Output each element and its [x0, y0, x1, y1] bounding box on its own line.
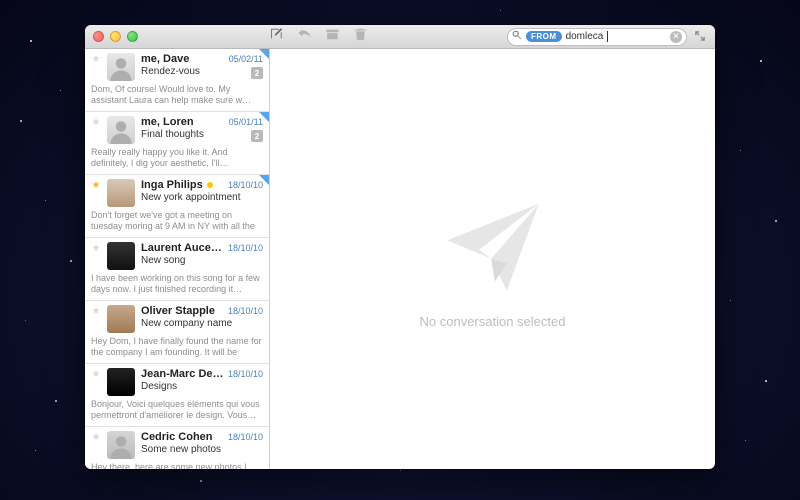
message-subject: Designs: [141, 381, 263, 392]
conversation-item[interactable]: ★ Laurent Aucerve 18/10/10 New song I ha…: [85, 238, 269, 301]
star-icon[interactable]: ★: [92, 433, 101, 443]
star-icon[interactable]: ★: [92, 307, 101, 317]
avatar: [107, 368, 135, 396]
star-icon[interactable]: ★: [92, 181, 101, 191]
close-window-button[interactable]: [93, 31, 104, 42]
avatar: [107, 242, 135, 270]
toolbar-buttons: [267, 29, 369, 45]
avatar: [107, 305, 135, 333]
star-icon[interactable]: ★: [92, 244, 101, 254]
conversation-item[interactable]: ★ Oliver Stapple 18/10/10 New company na…: [85, 301, 269, 364]
message-date: 05/01/11: [229, 117, 263, 127]
message-preview: I have been working on this song for a f…: [91, 273, 263, 295]
titlebar: FROM domleca ✕: [85, 25, 715, 49]
message-preview: Hey there, here are some new photos I ha…: [91, 462, 263, 469]
flag-indicator-icon: [259, 112, 269, 122]
message-subject: Rendez-vous: [141, 66, 263, 77]
close-icon: ✕: [672, 32, 680, 41]
conversation-item[interactable]: ★ me, Dave 05/02/11 Rendez-vous 2 Dom, O…: [85, 49, 269, 112]
search-field[interactable]: FROM domleca ✕: [507, 28, 687, 46]
message-date: 05/02/11: [229, 54, 263, 64]
message-count-badge: 2: [251, 67, 263, 79]
sender-name: Laurent Aucerve: [141, 242, 224, 254]
message-subject: New york appointment: [141, 192, 263, 203]
paper-plane-icon: [438, 190, 548, 300]
trash-icon: [353, 27, 367, 46]
message-subject: New song: [141, 255, 263, 266]
avatar: [107, 53, 135, 81]
avatar: [107, 116, 135, 144]
star-icon[interactable]: ★: [92, 370, 101, 380]
message-preview: Bonjour, Voici quelques éléments qui vou…: [91, 399, 263, 421]
flag-indicator-icon: [259, 49, 269, 59]
message-count-badge: 2: [251, 130, 263, 142]
minimize-window-button[interactable]: [110, 31, 121, 42]
star-icon[interactable]: ★: [92, 118, 101, 128]
message-preview: Dom, Of course! Would love to. My assist…: [91, 84, 263, 106]
message-subject: Some new photos: [141, 444, 263, 455]
archive-button[interactable]: [323, 29, 341, 45]
message-preview: Really really happy you like it. And def…: [91, 147, 263, 169]
online-status-icon: [207, 182, 213, 188]
reply-icon: [297, 27, 311, 46]
message-subject: Final thoughts: [141, 129, 263, 140]
archive-icon: [325, 27, 339, 46]
message-date: 18/10/10: [228, 369, 263, 379]
conversation-item[interactable]: ★ me, Loren 05/01/11 Final thoughts 2 Re…: [85, 112, 269, 175]
message-date: 18/10/10: [228, 306, 263, 316]
compose-icon: [269, 27, 283, 46]
search-text: domleca: [566, 31, 604, 42]
conversation-list[interactable]: ★ me, Dave 05/02/11 Rendez-vous 2 Dom, O…: [85, 49, 270, 469]
fullscreen-button[interactable]: [693, 30, 707, 44]
conversation-item[interactable]: ★ Jean-Marc Denis 18/10/10 Designs Bonjo…: [85, 364, 269, 427]
avatar: [107, 179, 135, 207]
empty-state-label: No conversation selected: [420, 314, 566, 329]
flag-indicator-icon: [259, 175, 269, 185]
star-icon[interactable]: ★: [92, 55, 101, 65]
message-preview: Hey Dom, I have finally found the name f…: [91, 336, 263, 358]
mail-window: FROM domleca ✕ ★: [85, 25, 715, 469]
compose-button[interactable]: [267, 29, 285, 45]
message-date: 18/10/10: [228, 243, 263, 253]
sender-name: Cedric Cohen: [141, 431, 213, 443]
conversation-item[interactable]: ★ Cedric Cohen 18/10/10 Some new photos …: [85, 427, 269, 469]
zoom-window-button[interactable]: [127, 31, 138, 42]
message-preview: Don't forget we've got a meeting on tues…: [91, 210, 263, 232]
sender-name: Inga Philips: [141, 179, 203, 191]
sender-name: Oliver Stapple: [141, 305, 215, 317]
message-date: 18/10/10: [228, 432, 263, 442]
fullscreen-icon: [695, 28, 705, 46]
window-controls: [93, 31, 138, 42]
sender-name: Jean-Marc Denis: [141, 368, 224, 380]
conversation-item[interactable]: ★ Inga Philips 18/10/10 New york appoint…: [85, 175, 269, 238]
clear-search-button[interactable]: ✕: [670, 31, 682, 43]
search-filter-token[interactable]: FROM: [526, 31, 562, 42]
reply-button[interactable]: [295, 29, 313, 45]
content-pane: No conversation selected: [270, 49, 715, 469]
search-caret: [607, 31, 608, 42]
message-date: 18/10/10: [228, 180, 263, 190]
avatar: [107, 431, 135, 459]
search-icon: [512, 30, 522, 43]
sender-name: me, Loren: [141, 116, 194, 128]
sender-name: me, Dave: [141, 53, 189, 65]
message-subject: New company name: [141, 318, 263, 329]
trash-button[interactable]: [351, 29, 369, 45]
